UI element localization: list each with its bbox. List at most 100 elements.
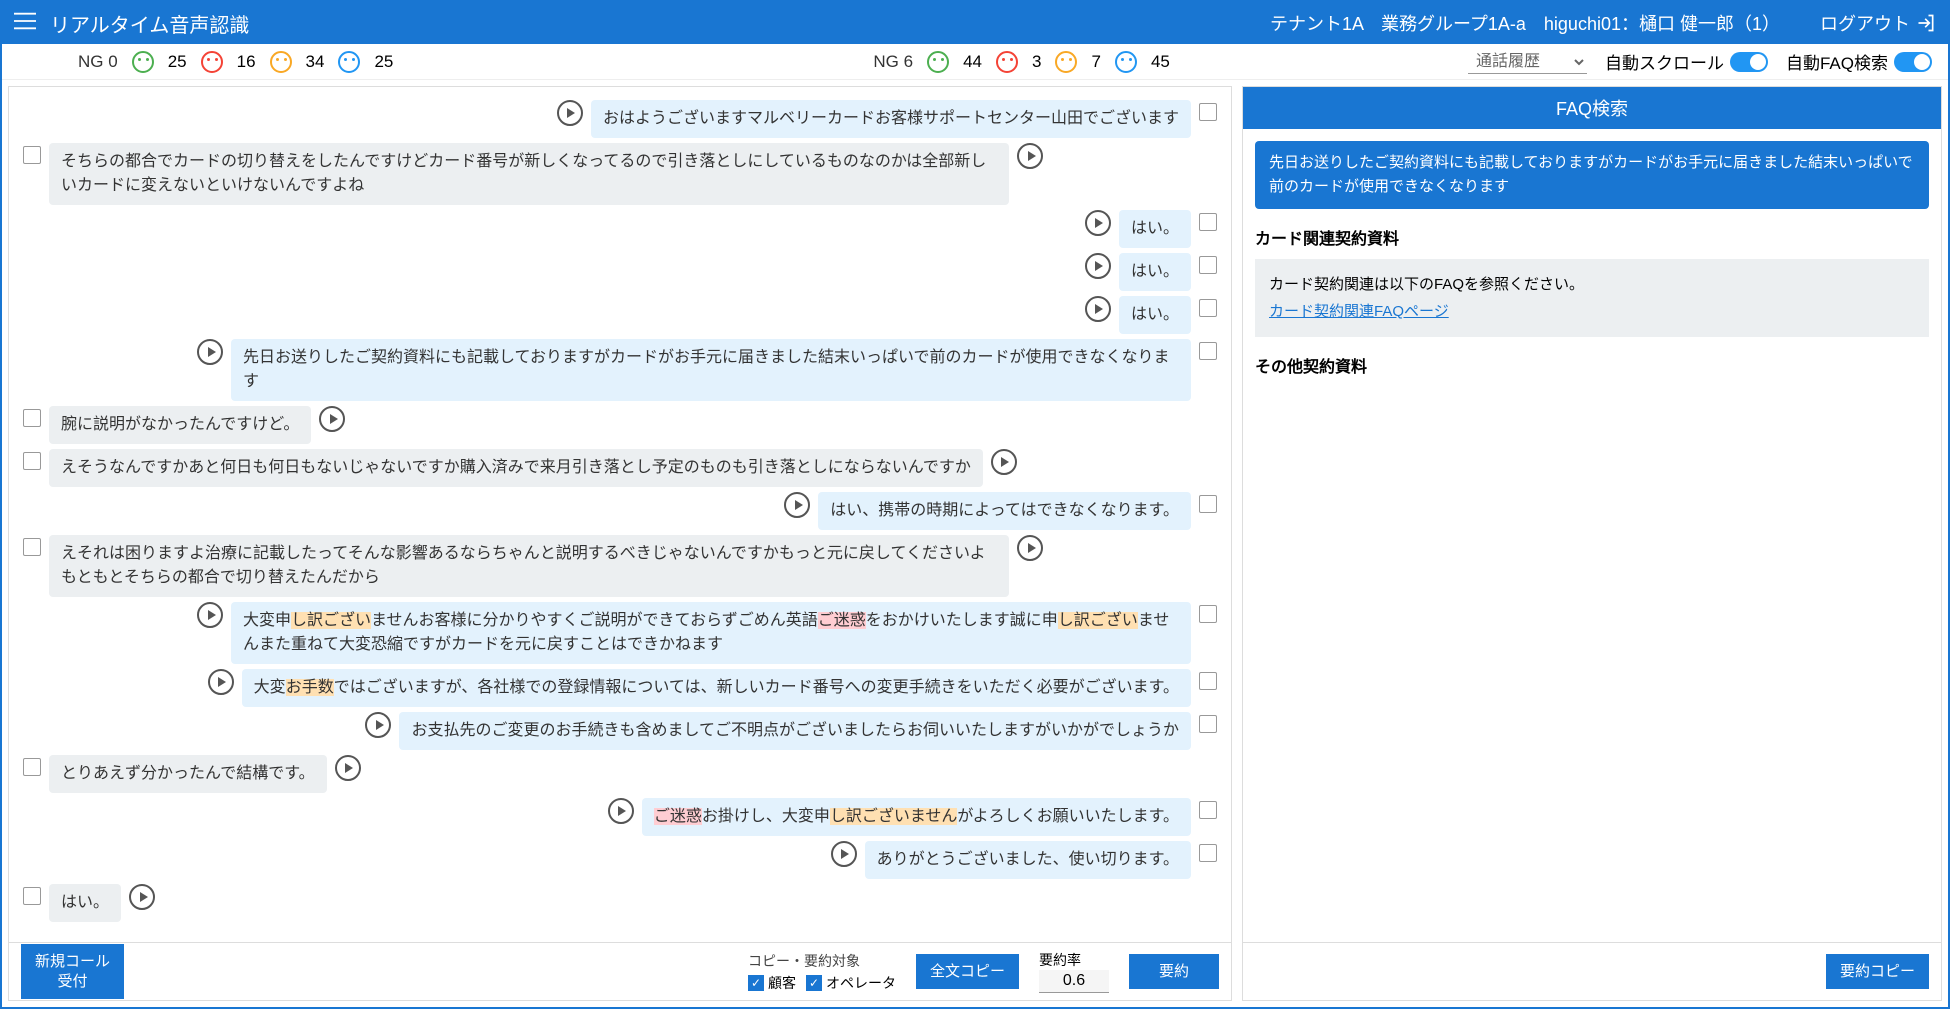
copy-target-label: コピー・要約対象	[748, 951, 896, 971]
chat-bubble: 大変お手数ではございますが、各社様での登録情報については、新しいカード番号への変…	[242, 669, 1191, 707]
select-checkbox[interactable]	[1199, 844, 1217, 862]
logout-button[interactable]: ログアウト	[1820, 10, 1936, 36]
play-icon[interactable]	[1017, 535, 1043, 561]
face-red-icon	[201, 51, 223, 73]
faq-section-title: カード関連契約資料	[1255, 225, 1929, 249]
chat-transcript: おはようございますマルベリーカードお客様サポートセンター山田でございますそちらの…	[9, 87, 1231, 942]
select-checkbox[interactable]	[1199, 299, 1217, 317]
chat-row: はい。	[23, 253, 1217, 291]
chat-row: はい。	[23, 296, 1217, 334]
play-icon[interactable]	[557, 100, 583, 126]
select-checkbox[interactable]	[23, 409, 41, 427]
chat-row: ありがとうございました、使い切ります。	[23, 841, 1217, 879]
select-checkbox[interactable]	[1199, 715, 1217, 733]
select-checkbox[interactable]	[23, 887, 41, 905]
select-checkbox[interactable]	[1199, 256, 1217, 274]
select-checkbox[interactable]	[23, 452, 41, 470]
play-icon[interactable]	[784, 492, 810, 518]
faq-query: 先日お送りしたご契約資料にも記載しておりますがカードがお手元に届きました結末いっ…	[1255, 141, 1929, 209]
faq-header: FAQ検索	[1243, 87, 1941, 129]
chat-row: おはようございますマルベリーカードお客様サポートセンター山田でございます	[23, 100, 1217, 138]
play-icon[interactable]	[1085, 210, 1111, 236]
chat-bubble: ご迷惑お掛けし、大変申し訳ございませんがよろしくお願いいたします。	[642, 798, 1191, 836]
play-icon[interactable]	[1085, 296, 1111, 322]
faq-section-title: その他契約資料	[1255, 353, 1929, 377]
menu-icon[interactable]	[14, 12, 42, 35]
play-icon[interactable]	[1017, 143, 1043, 169]
face-yellow-icon	[270, 51, 292, 73]
chat-bubble: 腕に説明がなかったんですけど。	[49, 406, 311, 444]
select-checkbox[interactable]	[1199, 801, 1217, 819]
play-icon[interactable]	[335, 755, 361, 781]
face-green-icon	[927, 51, 949, 73]
app-title: リアルタイム音声認識	[50, 9, 249, 38]
select-checkbox[interactable]	[1199, 672, 1217, 690]
faq-result-box: カード契約関連は以下のFAQを参照ください。 カード契約関連FAQページ	[1255, 259, 1929, 337]
chat-bubble: 先日お送りしたご契約資料にも記載しておりますがカードがお手元に届きました結末いっ…	[231, 339, 1191, 401]
rate-input[interactable]	[1039, 970, 1109, 993]
face-yellow-icon	[1055, 51, 1077, 73]
select-checkbox[interactable]	[23, 758, 41, 776]
chat-row: 大変申し訳ございませんお客様に分かりやすくご説明ができておらずごめん英語ご迷惑を…	[23, 602, 1217, 664]
chat-row: えそれは困りますよ治療に記載したってそんな影響あるならちゃんと説明するべきじゃな…	[23, 535, 1217, 597]
chat-row: 先日お送りしたご契約資料にも記載しておりますがカードがお手元に届きました結末いっ…	[23, 339, 1217, 401]
chat-row: 腕に説明がなかったんですけど。	[23, 406, 1217, 444]
auto-faq-label: 自動FAQ検索	[1786, 49, 1888, 74]
summarize-button[interactable]: 要約	[1129, 954, 1219, 990]
face-red-icon	[996, 51, 1018, 73]
chat-row: お支払先のご変更のお手続きも含めましてご不明点がございましたらお伺いいたしますが…	[23, 712, 1217, 750]
right-sentiment-counts: NG 6 44 3 7 45	[873, 51, 1169, 73]
full-copy-button[interactable]: 全文コピー	[916, 954, 1019, 990]
chat-row: とりあえず分かったんで結構です。	[23, 755, 1217, 793]
play-icon[interactable]	[608, 798, 634, 824]
play-icon[interactable]	[991, 449, 1017, 475]
chat-bubble: はい。	[1119, 296, 1191, 334]
select-checkbox[interactable]	[23, 146, 41, 164]
select-checkbox[interactable]	[1199, 495, 1217, 513]
chat-row: えそうなんですかあと何日も何日もないじゃないですか購入済みで来月引き落とし予定の…	[23, 449, 1217, 487]
chat-bubble: そちらの都合でカードの切り替えをしたんですけどカード番号が新しくなってるので引き…	[49, 143, 1009, 205]
chat-row: 大変お手数ではございますが、各社様での登録情報については、新しいカード番号への変…	[23, 669, 1217, 707]
select-checkbox[interactable]	[1199, 213, 1217, 231]
play-icon[interactable]	[1085, 253, 1111, 279]
chat-bubble: はい。	[49, 884, 121, 922]
play-icon[interactable]	[831, 841, 857, 867]
faq-link[interactable]: カード契約関連FAQページ	[1269, 303, 1449, 320]
chat-row: ご迷惑お掛けし、大変申し訳ございませんがよろしくお願いいたします。	[23, 798, 1217, 836]
new-call-button[interactable]: 新規コール 受付	[21, 944, 124, 999]
rate-label: 要約率	[1039, 950, 1109, 970]
chat-bubble: おはようございますマルベリーカードお客様サポートセンター山田でございます	[591, 100, 1191, 138]
chat-bubble: はい、携帯の時期によってはできなくなります。	[818, 492, 1191, 530]
play-icon[interactable]	[197, 602, 223, 628]
chat-row: はい、携帯の時期によってはできなくなります。	[23, 492, 1217, 530]
select-checkbox[interactable]	[23, 538, 41, 556]
history-select[interactable]: 通話履歴	[1468, 50, 1587, 74]
chat-bubble: お支払先のご変更のお手続きも含めましてご不明点がございましたらお伺いいたしますが…	[399, 712, 1191, 750]
chat-bubble: はい。	[1119, 253, 1191, 291]
left-sentiment-counts: NG 0 25 16 34 25	[78, 51, 393, 73]
chat-row: はい。	[23, 210, 1217, 248]
logout-label: ログアウト	[1820, 10, 1910, 36]
play-icon[interactable]	[319, 406, 345, 432]
summary-copy-button[interactable]: 要約コピー	[1826, 954, 1929, 990]
operator-checkbox[interactable]: ✓オペレータ	[806, 973, 896, 993]
auto-faq-toggle[interactable]	[1894, 52, 1932, 72]
customer-checkbox[interactable]: ✓顧客	[748, 973, 796, 993]
play-icon[interactable]	[208, 669, 234, 695]
chat-bubble: とりあえず分かったんで結構です。	[49, 755, 327, 793]
face-blue-icon	[1115, 51, 1137, 73]
select-checkbox[interactable]	[1199, 103, 1217, 121]
chat-bubble: えそうなんですかあと何日も何日もないじゃないですか購入済みで来月引き落とし予定の…	[49, 449, 983, 487]
select-checkbox[interactable]	[1199, 605, 1217, 623]
play-icon[interactable]	[197, 339, 223, 365]
chat-bubble: ありがとうございました、使い切ります。	[865, 841, 1191, 879]
select-checkbox[interactable]	[1199, 342, 1217, 360]
play-icon[interactable]	[129, 884, 155, 910]
auto-scroll-toggle[interactable]	[1730, 52, 1768, 72]
chat-row: はい。	[23, 884, 1217, 922]
face-blue-icon	[338, 51, 360, 73]
auto-scroll-label: 自動スクロール	[1605, 49, 1724, 74]
play-icon[interactable]	[365, 712, 391, 738]
chat-row: そちらの都合でカードの切り替えをしたんですけどカード番号が新しくなってるので引き…	[23, 143, 1217, 205]
chat-bubble: えそれは困りますよ治療に記載したってそんな影響あるならちゃんと説明するべきじゃな…	[49, 535, 1009, 597]
